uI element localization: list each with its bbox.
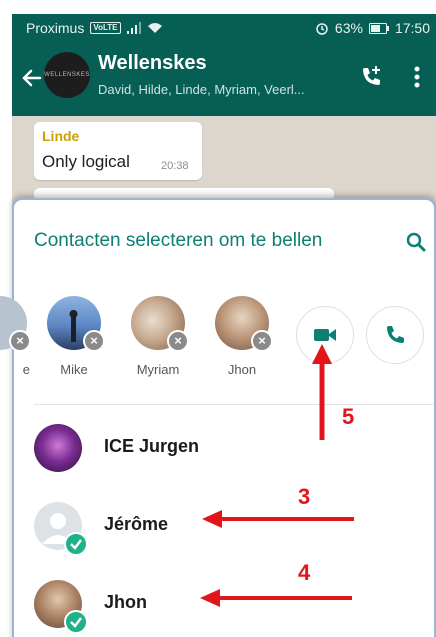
divider — [34, 404, 434, 405]
selected-contact-name: Mike — [60, 362, 88, 377]
contact-name: Jhon — [104, 592, 147, 612]
screenshot-frame: Proximus VoLTE 63% 17:50 WELLENSKES Well… — [0, 0, 436, 637]
voice-call-button[interactable] — [366, 306, 424, 364]
volte-icon: VoLTE — [90, 22, 121, 34]
selected-contact-chip[interactable]: × e — [0, 296, 31, 377]
remove-icon[interactable]: × — [167, 330, 189, 352]
selected-check-icon — [64, 610, 88, 634]
contact-name: ICE Jurgen — [104, 436, 200, 456]
annotation-number: 5 — [342, 404, 355, 429]
annotation-number: 3 — [298, 484, 311, 509]
carrier-label: Proximus — [26, 20, 85, 36]
contact-row[interactable]: Jérôme — [34, 502, 424, 562]
video-call-button[interactable] — [296, 306, 354, 364]
contact-row[interactable]: ICE Jurgen — [34, 424, 424, 484]
clock: 17:50 — [394, 20, 430, 36]
signal-icon — [126, 22, 141, 34]
group-avatar-text: WELLENSKES — [44, 72, 90, 78]
message-text: Only logical — [42, 152, 130, 171]
selected-contact-chip[interactable]: × Myriam — [128, 296, 189, 377]
group-avatar[interactable]: WELLENSKES — [44, 52, 90, 98]
remove-icon[interactable]: × — [83, 330, 105, 352]
back-arrow-icon[interactable] — [18, 64, 46, 92]
selected-contact-chip[interactable]: × Jhon — [212, 296, 273, 377]
selected-contact-chip[interactable]: × Mike — [44, 296, 105, 377]
search-icon[interactable] — [404, 230, 428, 254]
chat-background: Linde Only logical 20:38 — [12, 116, 436, 210]
contact-row[interactable]: Jhon — [34, 580, 424, 637]
phone-icon — [387, 326, 404, 343]
chat-title[interactable]: Wellenskes — [98, 52, 207, 75]
more-options-icon[interactable] — [412, 64, 422, 90]
contact-avatar — [34, 424, 82, 472]
annotation-number: 4 — [298, 560, 311, 585]
chat-header: WELLENSKES Wellenskes David, Hilde, Lind… — [12, 42, 436, 116]
message-sender: Linde — [42, 128, 80, 144]
battery-percent: 63% — [334, 20, 363, 36]
selected-contact-name: Jhon — [227, 362, 257, 377]
remove-icon[interactable]: × — [9, 330, 31, 352]
video-camera-icon — [314, 329, 336, 341]
call-contacts-sheet: Contacten selecteren om te bellen × e × … — [0, 198, 436, 637]
status-bar: Proximus VoLTE 63% 17:50 — [12, 14, 436, 42]
contact-photo: × — [215, 296, 273, 352]
message-bubble[interactable]: Linde Only logical 20:38 — [34, 122, 202, 180]
contact-photo: × — [0, 296, 31, 352]
selected-contact-name: e — [22, 362, 30, 377]
selected-contact-name: Myriam — [136, 362, 180, 377]
add-call-icon[interactable] — [358, 64, 384, 90]
sheet-title: Contacten selecteren om te bellen — [34, 230, 323, 251]
selected-check-icon — [64, 532, 88, 556]
contact-photo: × — [131, 296, 189, 352]
chat-members[interactable]: David, Hilde, Linde, Myriam, Veerl... — [98, 82, 305, 97]
battery-icon — [368, 22, 389, 34]
remove-icon[interactable]: × — [251, 330, 273, 352]
contact-name: Jérôme — [104, 514, 169, 534]
wifi-icon — [147, 23, 162, 33]
message-time: 20:38 — [161, 160, 189, 172]
contact-photo: × — [47, 296, 105, 352]
alarm-icon — [316, 23, 328, 35]
